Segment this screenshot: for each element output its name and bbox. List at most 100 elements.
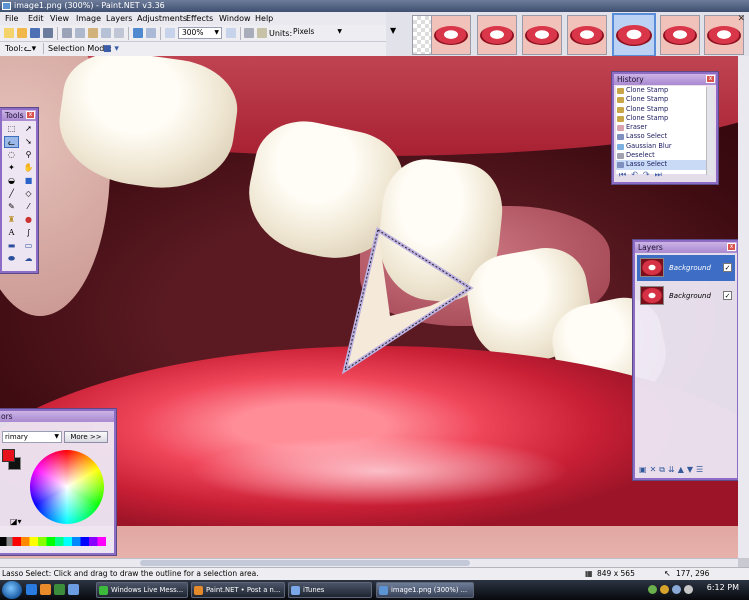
- gradient-icon[interactable]: ■: [21, 175, 36, 187]
- menu-view[interactable]: View: [50, 14, 69, 23]
- layer-visibility-checkbox[interactable]: ✓: [723, 263, 732, 272]
- task-paintnet-forum[interactable]: Paint.NET • Post a n...: [191, 582, 285, 598]
- crop-icon[interactable]: [101, 28, 111, 38]
- move-selection-icon[interactable]: ➚: [21, 123, 36, 135]
- primary-color-swatch[interactable]: [2, 449, 15, 462]
- rectangle-icon[interactable]: ▬: [4, 240, 19, 252]
- history-item-current[interactable]: Lasso Select: [616, 160, 706, 170]
- clone-stamp-icon[interactable]: ♜: [4, 214, 19, 226]
- zoom-combo[interactable]: 300% ▼: [178, 27, 222, 39]
- redo-icon[interactable]: [146, 28, 156, 38]
- open-icon[interactable]: [17, 28, 27, 38]
- task-windows-live-messenger[interactable]: Windows Live Mess...: [96, 582, 188, 598]
- menu-file[interactable]: File: [5, 14, 18, 23]
- menu-layers[interactable]: Layers: [106, 14, 132, 23]
- recolor-icon[interactable]: ●: [21, 214, 36, 226]
- history-item[interactable]: Clone Stamp: [616, 95, 706, 104]
- layer-row[interactable]: Background ✓: [637, 255, 735, 281]
- zoom-icon[interactable]: [165, 28, 175, 38]
- merge-layer-icon[interactable]: ⇊: [668, 465, 678, 474]
- layer-properties-icon[interactable]: ☰: [696, 465, 706, 474]
- undo-icon[interactable]: ↶: [631, 170, 643, 179]
- layers-window-titlebar[interactable]: Layers x: [635, 242, 737, 253]
- start-button-icon[interactable]: [2, 581, 22, 599]
- delete-layer-icon[interactable]: ✕: [650, 465, 660, 474]
- move-selection-2-icon[interactable]: ➘: [21, 136, 36, 148]
- primary-secondary-combo[interactable]: rimary ▼: [2, 431, 62, 443]
- color-palette[interactable]: [0, 537, 106, 546]
- close-icon[interactable]: x: [26, 111, 35, 119]
- task-paintnet-image[interactable]: image1.png (300%) ...: [376, 582, 474, 598]
- rounded-rectangle-icon[interactable]: ▭: [21, 240, 36, 252]
- more-colors-button[interactable]: More >>: [64, 431, 108, 443]
- paint-bucket-icon[interactable]: ◒: [4, 175, 19, 187]
- tray-icon[interactable]: [648, 585, 657, 594]
- firefox-quicklaunch-icon[interactable]: [40, 584, 51, 595]
- rectangle-select-icon[interactable]: ⬚: [4, 123, 19, 135]
- fast-forward-icon[interactable]: ⏭: [655, 170, 667, 179]
- selection-mode-dropdown[interactable]: ■ ▾: [103, 44, 119, 54]
- task-itunes[interactable]: iTunes: [288, 582, 372, 598]
- close-icon[interactable]: x: [727, 243, 736, 251]
- history-item[interactable]: Gaussian Blur: [616, 142, 706, 151]
- history-item[interactable]: Clone Stamp: [616, 105, 706, 114]
- units-combo[interactable]: Pixels ▼: [290, 27, 344, 39]
- thumbnail-image-active[interactable]: [612, 13, 656, 57]
- pan-icon[interactable]: ✋: [21, 162, 36, 174]
- layer-row[interactable]: Background ✓: [637, 283, 735, 309]
- thumbnail-image[interactable]: [477, 15, 517, 55]
- vertical-scrollbar[interactable]: [738, 56, 749, 558]
- ellipse-icon[interactable]: ⬬: [4, 253, 19, 265]
- rulers-icon[interactable]: [257, 28, 267, 38]
- grid-icon[interactable]: [244, 28, 254, 38]
- duplicate-layer-icon[interactable]: ⧉: [659, 465, 668, 474]
- ie-quicklaunch-icon[interactable]: [26, 584, 37, 595]
- desktop-quicklaunch-icon[interactable]: [54, 584, 65, 595]
- tools-window-titlebar[interactable]: Tools x: [2, 110, 36, 121]
- pencil-icon[interactable]: ✎: [4, 201, 19, 213]
- dropdown-arrow-icon[interactable]: ▼: [390, 26, 396, 35]
- close-image-icon[interactable]: ✕: [737, 14, 745, 24]
- menu-edit[interactable]: Edit: [28, 14, 44, 23]
- menu-adjustments[interactable]: Adjustments: [137, 14, 187, 23]
- thumbnail-image[interactable]: [567, 15, 607, 55]
- tray-icon[interactable]: [660, 585, 669, 594]
- palette-menu-icon[interactable]: ◪▾: [10, 517, 22, 526]
- color-picker-icon[interactable]: ⁄: [21, 201, 36, 213]
- move-up-icon[interactable]: ▲: [678, 465, 687, 474]
- text-icon[interactable]: A: [4, 227, 19, 239]
- eraser-icon[interactable]: ◇: [21, 188, 36, 200]
- network-icon[interactable]: [672, 585, 681, 594]
- save-icon[interactable]: [30, 28, 40, 38]
- ellipse-select-icon[interactable]: ◌: [4, 149, 19, 161]
- add-layer-icon[interactable]: ▣: [639, 465, 650, 474]
- history-scrollbar[interactable]: [706, 87, 714, 175]
- history-item[interactable]: Clone Stamp: [616, 86, 706, 95]
- lasso-tool-icon[interactable]: ᓚ▾: [24, 44, 36, 54]
- thumbnail-image[interactable]: [660, 15, 700, 55]
- line-curve-icon[interactable]: ∫: [21, 227, 36, 239]
- thumbnail-image[interactable]: [431, 15, 471, 55]
- magic-wand-icon[interactable]: ✦: [4, 162, 19, 174]
- zoom-icon[interactable]: ⚲: [21, 149, 36, 161]
- paintbrush-icon[interactable]: ╱: [4, 188, 19, 200]
- history-item[interactable]: Clone Stamp: [616, 114, 706, 123]
- deselect-icon[interactable]: [114, 28, 124, 38]
- zoom-in-icon[interactable]: [226, 28, 236, 38]
- lasso-select-icon[interactable]: ᓚ: [4, 136, 19, 148]
- redo-icon[interactable]: ↷: [643, 170, 655, 179]
- move-down-icon[interactable]: ▼: [687, 465, 696, 474]
- menu-window[interactable]: Window: [219, 14, 251, 23]
- history-item[interactable]: Deselect: [616, 151, 706, 160]
- volume-icon[interactable]: [684, 585, 693, 594]
- freeform-shape-icon[interactable]: ☁: [21, 253, 36, 265]
- history-item[interactable]: Lasso Select: [616, 132, 706, 141]
- horizontal-scrollbar[interactable]: [0, 558, 738, 567]
- layer-visibility-checkbox[interactable]: ✓: [723, 291, 732, 300]
- menu-help[interactable]: Help: [255, 14, 273, 23]
- scrollbar-thumb[interactable]: [140, 560, 470, 566]
- switch-windows-icon[interactable]: [68, 584, 79, 595]
- undo-icon[interactable]: [133, 28, 143, 38]
- rewind-icon[interactable]: ⏮: [619, 170, 631, 179]
- clock[interactable]: 6:12 PM: [707, 583, 739, 592]
